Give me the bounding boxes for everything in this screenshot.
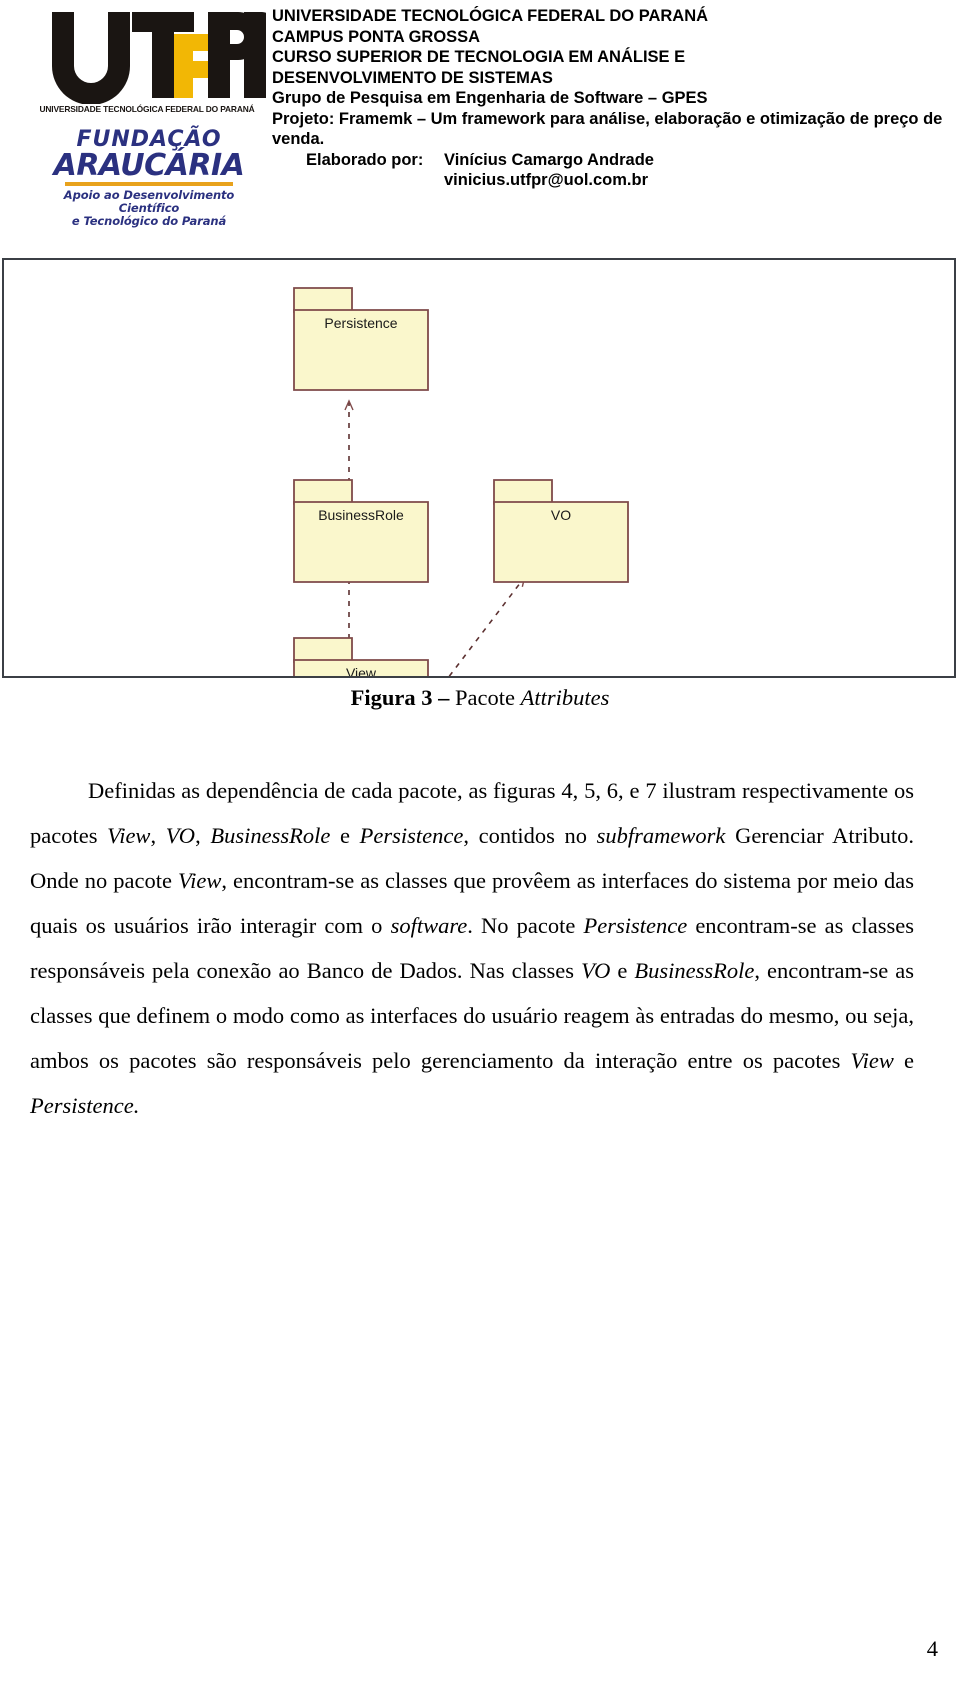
figure-frame: Persistence BusinessRole VO View: [2, 258, 956, 678]
author-name: Vinícius Camargo Andrade: [444, 150, 654, 169]
package-label-view: View: [346, 665, 377, 676]
text-run: e: [610, 958, 635, 983]
emphasis-run: Persistence: [359, 823, 464, 848]
araucaria-tagline-line1: Apoio ao Desenvolvimento Científico: [63, 188, 235, 215]
package-view: View: [293, 637, 429, 676]
emphasis-run: subframework: [596, 823, 726, 848]
text-run: e: [893, 1048, 914, 1073]
package-vo: VO: [493, 479, 629, 583]
page-number: 4: [926, 1636, 938, 1661]
emphasis-run: VO: [165, 823, 196, 848]
package-label-persistence: Persistence: [324, 315, 397, 331]
emphasis-run: Persistence.: [30, 1093, 140, 1118]
emphasis-run: Persistence: [583, 913, 688, 938]
body-text-block: Definidas as dependência de cada pacote,…: [30, 768, 914, 1128]
emphasis-run: VO: [581, 958, 611, 983]
header-line-campus: CAMPUS PONTA GROSSA: [272, 27, 481, 46]
figure-caption-italic: Attributes: [520, 685, 610, 710]
institutional-logos: UNIVERSIDADE TECNOLÓGICA FEDERAL DO PARA…: [18, 6, 266, 228]
package-businessrole: BusinessRole: [293, 479, 429, 583]
figure-caption: Figura 3 – Pacote Attributes: [0, 684, 960, 712]
utfpr-logo: UNIVERSIDADE TECNOLÓGICA FEDERAL DO PARA…: [28, 8, 266, 126]
body-paragraph: Definidas as dependência de cada pacote,…: [30, 768, 914, 1128]
header-institution-text: UNIVERSIDADE TECNOLÓGICA FEDERAL DO PARA…: [272, 6, 952, 191]
header-line-university: UNIVERSIDADE TECNOLÓGICA FEDERAL DO PARA…: [272, 7, 709, 25]
figure-caption-prefix: Figura 3 –: [350, 685, 450, 710]
araucaria-word-araucaria: ARAUCÁRIA: [53, 148, 245, 183]
author-label: Elaborado por:: [306, 150, 424, 169]
package-label-businessrole: BusinessRole: [318, 507, 404, 523]
document-header: UNIVERSIDADE TECNOLÓGICA FEDERAL DO PARA…: [0, 0, 960, 232]
header-line-research-group: Grupo de Pesquisa em Engenharia de Softw…: [272, 89, 708, 107]
emphasis-run: software: [390, 913, 468, 938]
uml-package-diagram: Persistence BusinessRole VO View: [293, 287, 629, 676]
emphasis-run: View: [178, 868, 222, 893]
text-run: e: [330, 823, 360, 848]
text-run: ,: [195, 823, 211, 848]
emphasis-run: BusinessRole: [210, 823, 331, 848]
utfpr-logo-caption: UNIVERSIDADE TECNOLÓGICA FEDERAL DO PARA…: [39, 104, 255, 114]
emphasis-run: View: [107, 823, 151, 848]
emphasis-run: BusinessRole: [634, 958, 755, 983]
header-line-project: Projeto: Framemk – Um framework para aná…: [272, 109, 943, 149]
emphasis-run: View: [850, 1048, 894, 1073]
package-persistence: Persistence: [293, 287, 429, 391]
header-line-course-2: DESENVOLVIMENTO DE SISTEMAS: [272, 68, 553, 87]
fundacao-araucaria-logo: FUNDAÇÃO ARAUCÁRIA Apoio ao Desenvolvime…: [32, 128, 266, 234]
dependency-view-to-vo: [448, 575, 526, 676]
header-line-email: vinicius.utfpr@uol.com.br: [444, 171, 649, 189]
header-line-course-1: CURSO SUPERIOR DE TECNOLOGIA EM ANÁLISE …: [272, 48, 686, 66]
figure-caption-text: Pacote: [455, 685, 515, 710]
utfpr-logotype-icon: [52, 12, 266, 104]
text-run: . No pacote: [467, 913, 584, 938]
text-run: ,: [150, 823, 166, 848]
araucaria-tagline-line2: e Tecnológico do Paraná: [71, 214, 227, 228]
text-run: , contidos no: [463, 823, 597, 848]
package-label-vo: VO: [551, 507, 571, 523]
header-line-author: Elaborado por: Vinícius Camargo Andrade: [272, 150, 952, 171]
